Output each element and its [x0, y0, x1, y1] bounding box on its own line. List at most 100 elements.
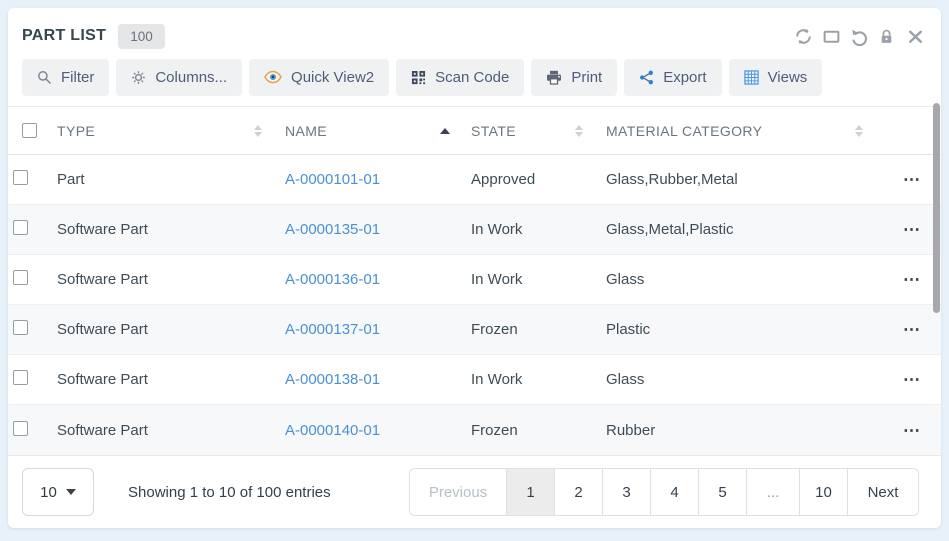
cell-state: Approved — [466, 171, 601, 188]
scan-code-button[interactable]: Scan Code — [396, 59, 524, 96]
window-controls — [794, 27, 925, 46]
table-row: Part A-0000101-01 Approved Glass,Rubber,… — [8, 155, 941, 205]
share-icon — [639, 70, 654, 85]
row-checkbox[interactable] — [13, 170, 28, 185]
print-button[interactable]: Print — [531, 59, 617, 96]
pagination-page-10[interactable]: 10 — [800, 469, 848, 515]
row-checkbox[interactable] — [13, 220, 28, 235]
pagination-page-3[interactable]: 3 — [603, 469, 651, 515]
table-row: Software Part A-0000137-01 Frozen Plasti… — [8, 305, 941, 355]
cell-state: Frozen — [466, 422, 601, 439]
pagination-next-button[interactable]: Next — [848, 469, 918, 515]
export-button[interactable]: Export — [624, 59, 721, 96]
table-body: Part A-0000101-01 Approved Glass,Rubber,… — [8, 155, 941, 455]
table-header: TYPE NAME STATE MATERIAL CATEGORY — [8, 106, 941, 155]
pagination-page-4[interactable]: 4 — [651, 469, 699, 515]
vertical-scrollbar[interactable] — [933, 103, 940, 313]
toolbar: Filter Columns... Quick View2 Scan Code … — [8, 54, 941, 106]
pagination-page-5[interactable]: 5 — [699, 469, 747, 515]
quick-view-label: Quick View2 — [291, 69, 374, 86]
cell-type: Software Part — [52, 271, 280, 288]
row-checkbox[interactable] — [13, 421, 28, 436]
part-list-panel: PART LIST 100 Filter — [8, 8, 941, 528]
table-grid-icon — [744, 70, 759, 85]
caret-down-icon — [66, 489, 76, 495]
pagination-page-1[interactable]: 1 — [507, 469, 555, 515]
more-actions-icon[interactable]: ⋯ — [903, 371, 921, 388]
cell-material-category: Plastic — [601, 321, 881, 338]
select-all-checkbox[interactable] — [22, 123, 37, 138]
row-checkbox[interactable] — [13, 320, 28, 335]
cell-material-category: Glass,Rubber,Metal — [601, 171, 881, 188]
cell-material-category: Glass,Metal,Plastic — [601, 221, 881, 238]
printer-icon — [546, 70, 562, 85]
table-row: Software Part A-0000138-01 In Work Glass… — [8, 355, 941, 405]
more-actions-icon[interactable]: ⋯ — [903, 422, 921, 439]
cell-type: Software Part — [52, 422, 280, 439]
cell-state: Frozen — [466, 321, 601, 338]
page-size-select[interactable]: 10 — [22, 468, 94, 516]
lock-icon[interactable] — [878, 27, 897, 46]
pagination-previous-button[interactable]: Previous — [410, 469, 507, 515]
more-actions-icon[interactable]: ⋯ — [903, 271, 921, 288]
cell-type: Part — [52, 171, 280, 188]
table-row: Software Part A-0000135-01 In Work Glass… — [8, 205, 941, 255]
sort-icon — [254, 125, 262, 137]
part-name-link[interactable]: A-0000135-01 — [285, 221, 380, 238]
close-icon[interactable] — [906, 27, 925, 46]
pagination-ellipsis: ... — [747, 469, 800, 515]
part-name-link[interactable]: A-0000138-01 — [285, 371, 380, 388]
refresh-icon[interactable] — [794, 27, 813, 46]
table-row: Software Part A-0000140-01 Frozen Rubber… — [8, 405, 941, 455]
scan-code-label: Scan Code — [435, 69, 509, 86]
window-icon[interactable] — [822, 27, 841, 46]
pagination: Previous 1 2 3 4 5 ... 10 Next — [409, 468, 919, 516]
panel-header: PART LIST 100 — [8, 8, 941, 54]
part-name-link[interactable]: A-0000101-01 — [285, 171, 380, 188]
select-all-checkbox-cell — [8, 107, 52, 154]
column-header-state[interactable]: STATE — [466, 107, 601, 154]
gear-icon — [131, 70, 146, 85]
cell-type: Software Part — [52, 371, 280, 388]
result-count-badge: 100 — [118, 24, 165, 49]
qr-code-icon — [411, 70, 426, 85]
cell-type: Software Part — [52, 321, 280, 338]
columns-label: Columns... — [155, 69, 227, 86]
eye-icon — [264, 70, 282, 84]
column-header-name[interactable]: NAME — [280, 107, 466, 154]
showing-entries-text: Showing 1 to 10 of 100 entries — [128, 484, 331, 501]
column-header-material-category[interactable]: MATERIAL CATEGORY — [601, 107, 881, 154]
more-actions-icon[interactable]: ⋯ — [903, 171, 921, 188]
more-actions-icon[interactable]: ⋯ — [903, 221, 921, 238]
column-label-state: STATE — [471, 123, 516, 139]
part-name-link[interactable]: A-0000137-01 — [285, 321, 380, 338]
sort-ascending-icon — [440, 128, 450, 134]
cell-state: In Work — [466, 371, 601, 388]
column-label-type: TYPE — [57, 123, 95, 139]
columns-button[interactable]: Columns... — [116, 59, 242, 96]
filter-button[interactable]: Filter — [22, 59, 109, 96]
print-label: Print — [571, 69, 602, 86]
filter-label: Filter — [61, 69, 94, 86]
views-label: Views — [768, 69, 808, 86]
sort-icon — [855, 125, 863, 137]
export-label: Export — [663, 69, 706, 86]
column-label-material-category: MATERIAL CATEGORY — [606, 123, 762, 139]
cell-material-category: Glass — [601, 371, 881, 388]
cell-material-category: Rubber — [601, 422, 881, 439]
column-header-type[interactable]: TYPE — [52, 107, 280, 154]
part-name-link[interactable]: A-0000140-01 — [285, 422, 380, 439]
views-button[interactable]: Views — [729, 59, 823, 96]
more-actions-icon[interactable]: ⋯ — [903, 321, 921, 338]
cell-state: In Work — [466, 271, 601, 288]
row-checkbox[interactable] — [13, 370, 28, 385]
pagination-page-2[interactable]: 2 — [555, 469, 603, 515]
cell-state: In Work — [466, 221, 601, 238]
undo-icon[interactable] — [850, 27, 869, 46]
row-checkbox[interactable] — [13, 270, 28, 285]
quick-view-button[interactable]: Quick View2 — [249, 59, 389, 96]
cell-material-category: Glass — [601, 271, 881, 288]
search-icon — [37, 70, 52, 85]
part-name-link[interactable]: A-0000136-01 — [285, 271, 380, 288]
sort-icon — [575, 125, 583, 137]
